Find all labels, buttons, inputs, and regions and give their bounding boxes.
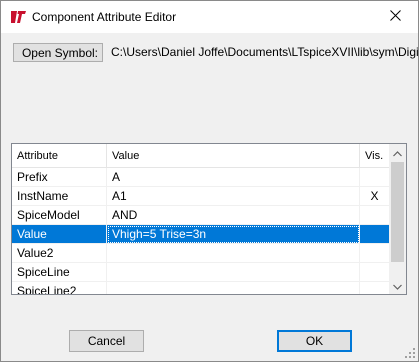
visible-cell[interactable] (360, 244, 389, 263)
value-cell[interactable]: AND (107, 206, 360, 225)
attribute-cell: Prefix (12, 168, 107, 187)
symbol-path: C:\Users\Daniel Joffe\Documents\LTspiceX… (111, 45, 418, 59)
attribute-cell: SpiceModel (12, 206, 107, 225)
attribute-cell: SpiceLine2 (12, 282, 107, 294)
close-icon (389, 9, 401, 24)
table-row[interactable]: Prefix A (12, 168, 389, 187)
visible-cell[interactable] (360, 263, 389, 282)
close-button[interactable] (372, 1, 418, 32)
table-row[interactable]: Value2 (12, 244, 389, 263)
attribute-grid[interactable]: Attribute Value Vis. Prefix A InstName A… (11, 143, 407, 295)
ok-button[interactable]: OK (277, 330, 352, 352)
window-title: Component Attribute Editor (32, 10, 177, 24)
value-cell[interactable]: A (107, 168, 360, 187)
attribute-cell: Value (12, 225, 107, 244)
value-cell[interactable]: Vhigh=5 Trise=3n (107, 225, 360, 244)
resize-grip-icon[interactable] (404, 347, 416, 359)
grid-header: Attribute Value Vis. (12, 144, 389, 168)
ltspice-logo-icon (9, 9, 27, 25)
attribute-cell: Value2 (12, 244, 107, 263)
vertical-scrollbar[interactable] (389, 144, 406, 294)
value-cell[interactable] (107, 263, 360, 282)
visible-cell[interactable] (360, 282, 389, 294)
chevron-up-icon (393, 146, 402, 160)
title-bar: Component Attribute Editor (1, 1, 418, 33)
table-row-selected[interactable]: Value Vhigh=5 Trise=3n (12, 225, 389, 244)
chevron-down-icon (393, 279, 402, 293)
table-row[interactable]: SpiceLine (12, 263, 389, 282)
table-row[interactable]: SpiceModel AND (12, 206, 389, 225)
open-symbol-button[interactable]: Open Symbol: (13, 43, 103, 62)
scrollbar-thumb[interactable] (391, 162, 404, 262)
scroll-down-button[interactable] (389, 277, 406, 294)
column-header-attribute[interactable]: Attribute (12, 144, 107, 168)
visible-cell[interactable]: X (360, 187, 389, 206)
value-cell[interactable]: A1 (107, 187, 360, 206)
visible-cell[interactable] (360, 206, 389, 225)
column-header-value[interactable]: Value (107, 144, 360, 168)
scroll-up-button[interactable] (389, 144, 406, 161)
visible-cell[interactable] (360, 168, 389, 187)
column-header-visible[interactable]: Vis. (360, 144, 389, 168)
value-cell[interactable] (107, 282, 360, 294)
cancel-button[interactable]: Cancel (69, 330, 144, 352)
visible-cell[interactable] (360, 225, 389, 244)
dialog-window: Component Attribute Editor Open Symbol: … (0, 0, 419, 362)
value-cell[interactable] (107, 244, 360, 263)
attribute-cell: SpiceLine (12, 263, 107, 282)
attribute-cell: InstName (12, 187, 107, 206)
table-row[interactable]: InstName A1 X (12, 187, 389, 206)
table-row[interactable]: SpiceLine2 (12, 282, 389, 294)
